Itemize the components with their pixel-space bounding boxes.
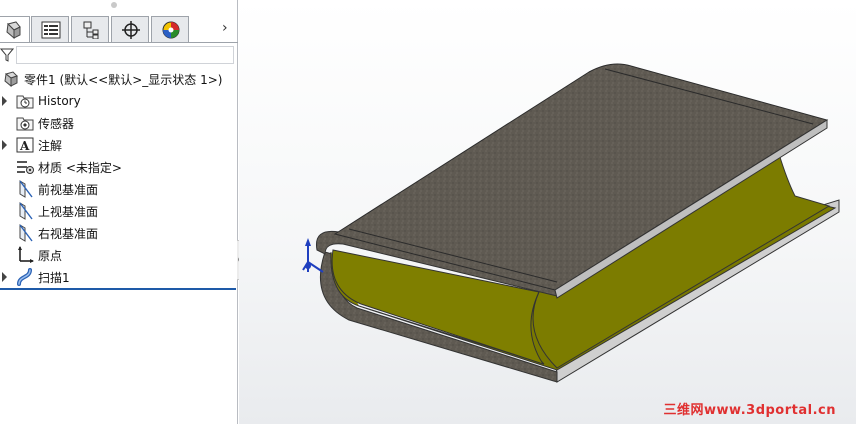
tree-root-part[interactable]: 零件1 (默认<<默认>_显示状态 1>) [2, 68, 222, 90]
tree-item-right-plane[interactable]: 右视基准面 [16, 222, 98, 244]
tree-item-origin[interactable]: 原点 [16, 244, 62, 266]
plane-icon [19, 202, 33, 220]
plane-icon [19, 224, 33, 242]
manager-tab-bar: › [0, 16, 238, 44]
tree-filter-row [0, 44, 238, 66]
expand-arrow-icon[interactable] [2, 96, 7, 106]
tree-item-annotations[interactable]: A 注解 [2, 134, 63, 156]
sweep-icon [17, 268, 32, 286]
filter-icon [0, 48, 14, 62]
origin-icon [18, 246, 34, 263]
expand-arrow-icon[interactable] [2, 140, 7, 150]
tree-item-top-plane[interactable]: 上视基准面 [16, 200, 98, 222]
tab-divider [0, 42, 238, 43]
sensor-folder-icon [16, 117, 34, 131]
tab-configuration-manager[interactable] [71, 16, 109, 42]
watermark-text: 三维网www.3dportal.cn [663, 403, 836, 418]
rollback-bar[interactable] [0, 288, 236, 290]
tree-item-front-plane[interactable]: 前视基准面 [16, 178, 98, 200]
plane-icon [19, 180, 33, 198]
appearance-pie-icon [162, 21, 180, 39]
tree-item-label: 前视基准面 [38, 182, 99, 197]
graphics-viewport[interactable]: 三维网www.3dportal.cn [239, 0, 856, 424]
tree-item-material[interactable]: 材质 <未指定> [16, 156, 122, 178]
tree-root-label: 零件1 (默认<<默认>_显示状态 1>) [24, 72, 223, 87]
history-folder-icon [16, 95, 34, 109]
part-icon [4, 71, 18, 88]
svg-text:A: A [19, 139, 30, 153]
tree-item-label: 传感器 [38, 116, 75, 131]
tab-display-manager[interactable] [151, 16, 189, 42]
tab-dimxpert-manager[interactable] [111, 16, 149, 42]
material-icon [17, 161, 34, 174]
tab-property-manager[interactable] [31, 16, 69, 42]
tree-item-label: History [38, 94, 81, 108]
expand-arrow-icon[interactable] [2, 272, 7, 282]
tab-feature-manager[interactable] [0, 16, 30, 42]
tree-item-label: 右视基准面 [38, 226, 99, 241]
feature-manager-panel: › 零件1 (默认<<默认>_显示状态 1>) History 传感器 A 注解… [0, 0, 238, 424]
property-list-icon [41, 21, 61, 39]
tree-item-label: 上视基准面 [38, 204, 99, 219]
chevron-right-icon[interactable]: › [222, 20, 228, 36]
tree-item-sensors[interactable]: 传感器 [16, 112, 74, 134]
sweep-model [302, 63, 840, 383]
panel-grip-handle[interactable] [111, 2, 117, 8]
part-icon [6, 21, 21, 39]
tree-item-label: 注解 [38, 138, 63, 153]
tree-item-sweep[interactable]: 扫描1 [2, 266, 70, 288]
tree-filter-input[interactable] [16, 46, 234, 64]
tree-item-label: 材质 <未指定> [38, 160, 122, 175]
tree-item-history[interactable]: History [2, 90, 81, 112]
configuration-icon [83, 21, 99, 39]
tree-item-label: 扫描1 [38, 270, 70, 285]
tree-item-label: 原点 [38, 248, 63, 263]
crosshair-icon [122, 21, 140, 39]
annotation-icon: A [16, 137, 34, 153]
